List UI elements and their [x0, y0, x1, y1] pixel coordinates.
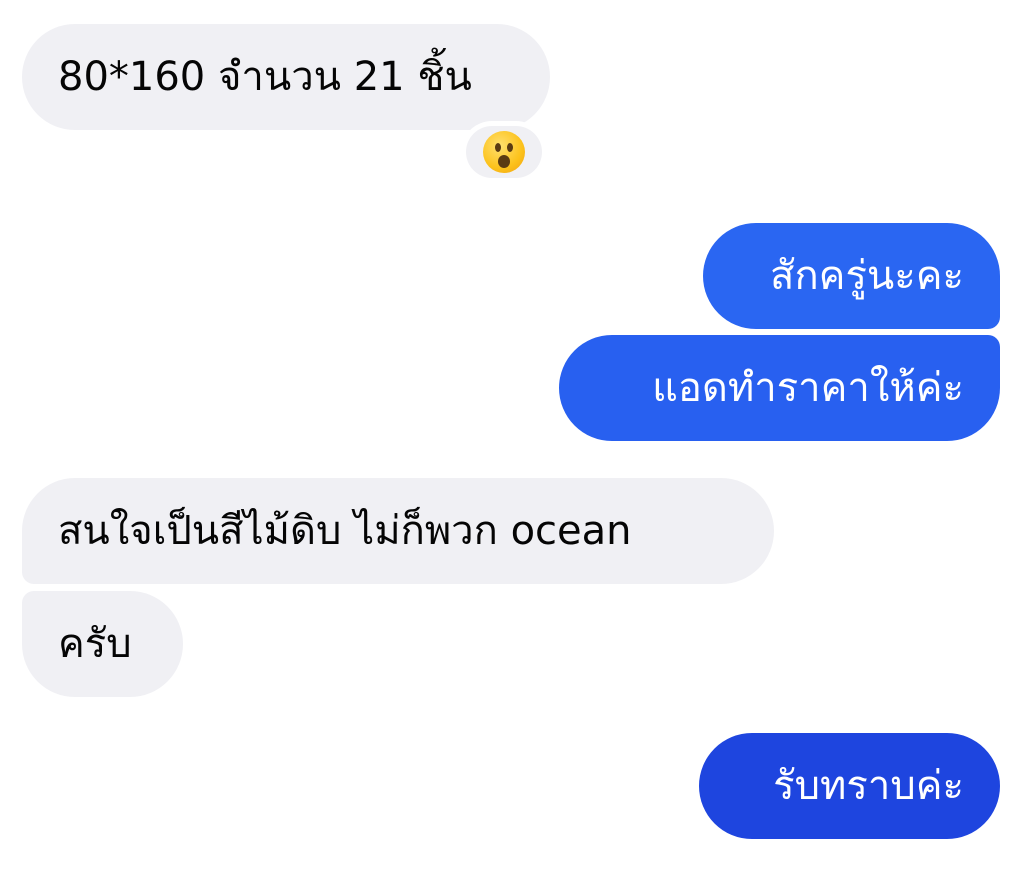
emoji-right-eye: [507, 143, 513, 152]
incoming-message-bubble[interactable]: 80*160 จำนวน 21 ชิ้น: [22, 24, 550, 130]
message-text: สนใจเป็นสีไม้ดิบ ไม่ก็พวก ocean: [58, 508, 632, 554]
outgoing-message-bubble[interactable]: แอดทำราคาให้ค่ะ: [559, 335, 1000, 441]
reaction-pill: [466, 126, 542, 178]
message-text: สักครู่นะคะ: [770, 253, 964, 299]
incoming-message-bubble[interactable]: สนใจเป็นสีไม้ดิบ ไม่ก็พวก ocean: [22, 478, 774, 584]
outgoing-message-bubble[interactable]: รับทราบค่ะ: [699, 733, 1000, 839]
message-text: 80*160 จำนวน 21 ชิ้น: [58, 54, 472, 100]
message-text: ครับ: [58, 621, 132, 667]
outgoing-message-bubble[interactable]: สักครู่นะคะ: [703, 223, 1000, 329]
astonished-face-icon: [483, 131, 525, 173]
emoji-left-eye: [495, 143, 501, 152]
message-text: รับทราบค่ะ: [773, 763, 964, 809]
emoji-mouth: [498, 155, 510, 168]
incoming-message-bubble[interactable]: ครับ: [22, 591, 183, 697]
message-reaction[interactable]: [461, 121, 547, 183]
message-text: แอดทำราคาให้ค่ะ: [652, 365, 964, 411]
chat-thread: 80*160 จำนวน 21 ชิ้น สักครู่นะคะ แอดทำรา…: [0, 0, 1024, 875]
